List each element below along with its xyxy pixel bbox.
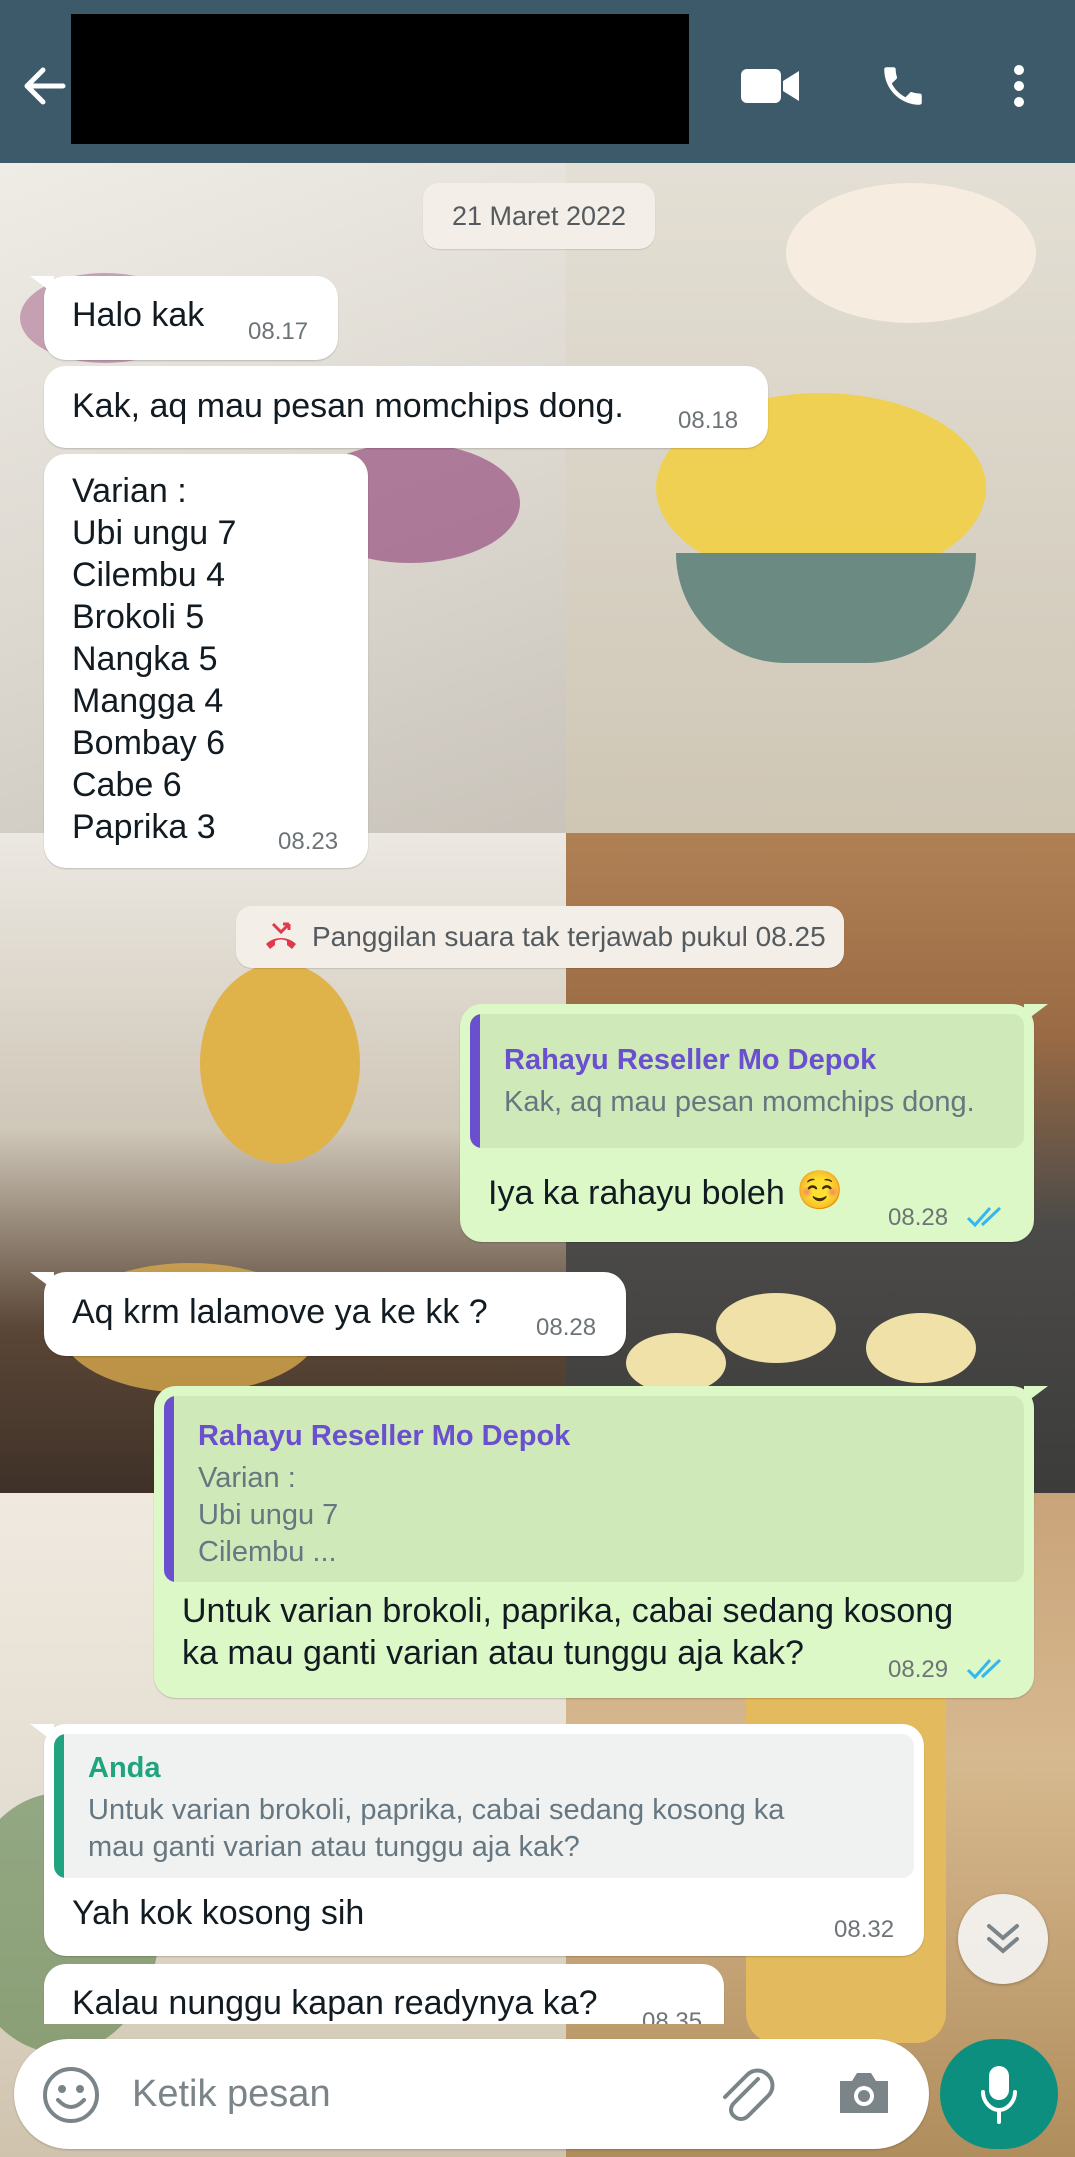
message-line: Paprika 3 [72,808,216,846]
double-chevron-down-icon[interactable] [958,1894,1048,1984]
arrow-left-icon[interactable] [14,56,74,116]
read-receipt-icon [966,1656,1012,1687]
message-clip: Kalau nunggu kapan readynya ka? 08.35 [30,1960,750,2024]
paperclip-icon[interactable] [714,2063,776,2130]
more-vertical-icon[interactable] [983,50,1055,122]
quoted-text: Kak, aq mau pesan momchips dong. [504,1086,975,1118]
message-bubble-outgoing[interactable]: Rahayu Reseller Mo Depok Varian : Ubi un… [154,1386,1048,1698]
message-text: Kak, aq mau pesan momchips dong. [72,387,624,425]
message-line: Brokoli 5 [72,598,205,636]
message-time: 08.23 [278,828,339,855]
message-line: Bombay 6 [72,724,226,762]
message-time: 08.18 [678,407,739,434]
quoted-line: Cilembu ... [198,1536,337,1568]
message-bubble-incoming[interactable]: Aq krm lalamove ya ke kk ? 08.28 [30,1272,626,1356]
quoted-message[interactable]: Anda Untuk varian brokoli, paprika, caba… [54,1734,914,1878]
wallpaper-tile [566,163,1075,833]
quoted-line: mau ganti varian atau tunggu aja kak? [88,1831,580,1863]
camera-icon[interactable] [836,2069,892,2122]
message-line: Cilembu 4 [72,556,226,594]
emoji-smiling: ☺️ [796,1170,844,1212]
quoted-sender: Anda [88,1752,161,1784]
message-text: Aq krm lalamove ya ke kk ? [72,1293,488,1331]
message-bubble-incoming[interactable]: Varian : Ubi ungu 7 Cilembu 4 Brokoli 5 … [44,454,368,868]
message-time: 08.32 [834,1916,895,1943]
quoted-line: Ubi ungu 7 [198,1499,339,1531]
missed-call-notice[interactable]: Panggilan suara tak terjawab pukul 08.25 [236,906,844,968]
message-line: Varian : [72,472,187,510]
microphone-icon[interactable] [940,2039,1058,2149]
message-input[interactable] [132,2067,692,2121]
message-line: ka mau ganti varian atau tunggu aja kak? [182,1634,804,1672]
message-text: Kalau nunggu kapan readynya ka? [72,1984,598,2022]
message-line: Cabe 6 [72,766,182,804]
date-separator: 21 Maret 2022 [423,183,655,249]
message-line: Nangka 5 [72,640,218,678]
video-call-icon[interactable] [734,50,806,122]
message-bubble-incoming[interactable]: Kalau nunggu kapan readynya ka? 08.35 [44,1964,724,2024]
message-bubble-incoming[interactable]: Kak, aq mau pesan momchips dong. 08.18 [44,366,768,448]
message-time: 08.35 [642,2008,703,2024]
message-time: 08.28 [888,1204,949,1231]
phone-icon[interactable] [867,50,939,122]
missed-call-text: Panggilan suara tak terjawab pukul 08.25 [312,921,826,952]
message-text: Halo kak [72,296,205,334]
quoted-line: Untuk varian brokoli, paprika, cabai sed… [88,1794,785,1826]
contact-name-redacted[interactable] [71,14,689,144]
chat-header [0,0,1075,163]
message-bubble-incoming[interactable]: Halo kak 08.17 [30,276,338,360]
message-composer [14,2039,929,2149]
message-time: 08.29 [888,1656,949,1683]
message-line: Untuk varian brokoli, paprika, cabai sed… [182,1592,954,1630]
message-time: 08.28 [536,1314,597,1341]
quoted-message[interactable]: Rahayu Reseller Mo Depok Varian : Ubi un… [164,1396,1024,1582]
quoted-message[interactable]: Rahayu Reseller Mo Depok Kak, aq mau pes… [470,1014,1024,1148]
quoted-line: Varian : [198,1462,296,1494]
emoji-icon[interactable] [42,2066,100,2129]
message-bubble-incoming[interactable]: Anda Untuk varian brokoli, paprika, caba… [30,1724,924,1956]
message-time: 08.17 [248,318,309,345]
message-text: Iya ka rahayu boleh [488,1174,785,1212]
quoted-sender: Rahayu Reseller Mo Depok [198,1420,571,1452]
message-bubble-outgoing[interactable]: Rahayu Reseller Mo Depok Kak, aq mau pes… [460,1004,1048,1242]
read-receipt-icon [966,1204,1012,1235]
message-text: Yah kok kosong sih [72,1894,365,1932]
quoted-sender: Rahayu Reseller Mo Depok [504,1044,877,1076]
message-line: Ubi ungu 7 [72,514,237,552]
missed-call-icon [262,918,300,961]
message-line: Mangga 4 [72,682,224,720]
